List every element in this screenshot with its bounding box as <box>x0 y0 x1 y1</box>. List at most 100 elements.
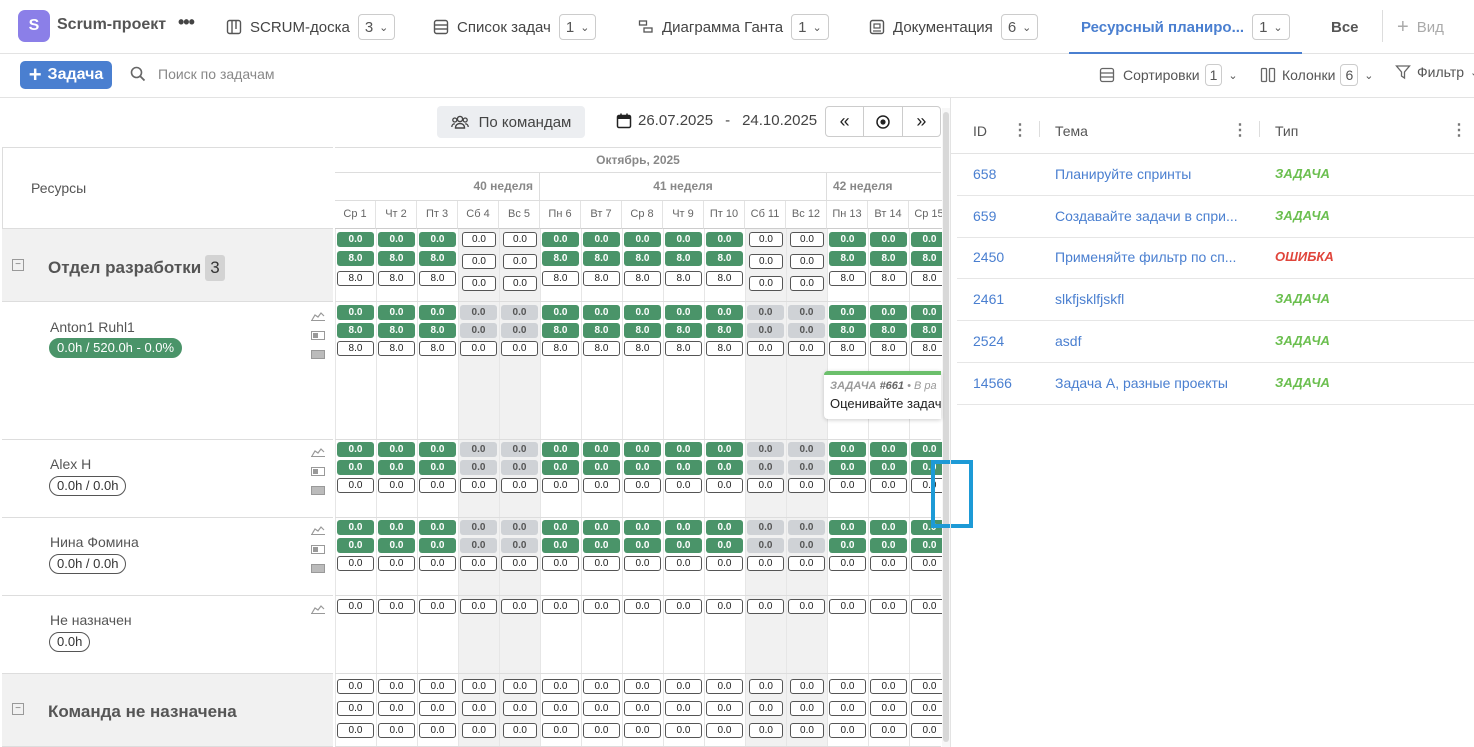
sort-button[interactable]: Сортировки 1 ⌄ <box>1099 64 1238 86</box>
task-id-link[interactable]: 14566 <box>973 375 1012 391</box>
hours-cell[interactable]: 8.0 <box>337 271 374 286</box>
hours-cell[interactable]: 8.0 <box>829 341 866 356</box>
hours-cell[interactable]: 8.0 <box>378 251 415 266</box>
hours-cell[interactable]: 0.0 <box>788 478 825 493</box>
hours-cell[interactable]: 0.0 <box>788 442 825 457</box>
hours-cell[interactable]: 0.0 <box>337 599 374 614</box>
hours-cell[interactable]: 0.0 <box>378 556 415 571</box>
hours-cell[interactable]: 0.0 <box>624 520 661 535</box>
hours-cell[interactable]: 8.0 <box>829 251 866 266</box>
hours-cell[interactable]: 0.0 <box>788 460 825 475</box>
hours-cell[interactable]: 0.0 <box>829 460 866 475</box>
hours-cell[interactable]: 0.0 <box>583 679 620 694</box>
hours-cell[interactable]: 0.0 <box>419 520 456 535</box>
hours-cell[interactable]: 8.0 <box>706 251 743 266</box>
task-id-link[interactable]: 2461 <box>973 291 1004 307</box>
task-topic-link[interactable]: Задача А, разные проекты <box>1055 375 1247 391</box>
hours-cell[interactable]: 0.0 <box>790 723 824 738</box>
hours-cell[interactable]: 0.0 <box>501 341 538 356</box>
hours-cell[interactable]: 0.0 <box>788 599 825 614</box>
hours-cell[interactable]: 0.0 <box>337 305 374 320</box>
task-id-link[interactable]: 2450 <box>973 249 1004 265</box>
tab-documentation[interactable]: Документация 6 ⌄ <box>869 0 1039 54</box>
hours-cell[interactable]: 0.0 <box>501 520 538 535</box>
tab-count-dropdown[interactable]: 1 ⌄ <box>791 14 829 40</box>
hours-cell[interactable]: 8.0 <box>665 323 702 338</box>
prev-period-button[interactable]: « <box>826 107 865 136</box>
hours-cell[interactable]: 8.0 <box>337 341 374 356</box>
task-topic-link[interactable]: Планируйте спринты <box>1055 166 1247 182</box>
hours-cell[interactable]: 0.0 <box>706 442 743 457</box>
hours-cell[interactable]: 0.0 <box>460 323 497 338</box>
tab-count-dropdown[interactable]: 3 ⌄ <box>357 14 396 40</box>
hours-cell[interactable]: 0.0 <box>337 679 374 694</box>
hours-cell[interactable]: 0.0 <box>378 538 415 553</box>
hours-cell[interactable]: 0.0 <box>829 538 866 553</box>
hours-cell[interactable]: 0.0 <box>503 679 537 694</box>
hours-cell[interactable]: 0.0 <box>665 723 702 738</box>
hours-cell[interactable]: 0.0 <box>501 538 538 553</box>
hours-cell[interactable]: 8.0 <box>378 341 415 356</box>
hours-cell[interactable]: 8.0 <box>870 323 907 338</box>
hours-cell[interactable]: 0.0 <box>624 460 661 475</box>
hours-cell[interactable]: 0.0 <box>378 305 415 320</box>
hours-cell[interactable]: 0.0 <box>829 679 866 694</box>
hours-cell[interactable]: 0.0 <box>378 232 415 247</box>
hours-cell[interactable]: 0.0 <box>583 599 620 614</box>
group-by-teams-button[interactable]: По командам <box>437 106 585 138</box>
hours-cell[interactable]: 0.0 <box>749 701 783 716</box>
hours-cell[interactable]: 0.0 <box>419 478 456 493</box>
hours-cell[interactable]: 0.0 <box>462 723 496 738</box>
hours-cell[interactable]: 0.0 <box>829 701 866 716</box>
column-menu-icon[interactable]: ⋮ <box>1012 120 1028 140</box>
hours-cell[interactable]: 0.0 <box>870 478 907 493</box>
column-header-topic[interactable]: Тема <box>1055 123 1088 139</box>
hours-cell[interactable]: 8.0 <box>419 271 456 286</box>
add-view-button[interactable]: + Вид <box>1397 0 1444 54</box>
hours-cell[interactable]: 0.0 <box>542 442 579 457</box>
hours-cell[interactable]: 0.0 <box>790 679 824 694</box>
filter-button[interactable]: Фильтр⌄ <box>1395 64 1474 80</box>
hours-cell[interactable]: 0.0 <box>378 723 415 738</box>
hours-cell[interactable]: 0.0 <box>706 701 743 716</box>
hours-cell[interactable]: 8.0 <box>378 323 415 338</box>
hours-cell[interactable]: 8.0 <box>706 341 743 356</box>
hours-cell[interactable]: 0.0 <box>749 679 783 694</box>
hours-cell[interactable]: 0.0 <box>624 701 661 716</box>
hours-cell[interactable]: 8.0 <box>624 323 661 338</box>
hours-cell[interactable]: 8.0 <box>542 341 579 356</box>
hours-cell[interactable]: 0.0 <box>624 679 661 694</box>
hours-cell[interactable]: 0.0 <box>870 679 907 694</box>
hours-cell[interactable]: 0.0 <box>583 305 620 320</box>
tab-resource-planner[interactable]: Ресурсный планиро... 1 ⌄ <box>1069 0 1302 54</box>
hours-cell[interactable]: 0.0 <box>503 701 537 716</box>
table-row[interactable]: 659 Создавайте задачи в спри... ЗАДАЧА <box>957 196 1474 238</box>
column-divider[interactable] <box>1259 121 1260 137</box>
hours-cell[interactable]: 0.0 <box>583 442 620 457</box>
project-avatar[interactable]: S <box>18 10 50 42</box>
add-task-button[interactable]: + Задача <box>20 61 112 89</box>
hours-cell[interactable]: 0.0 <box>747 599 784 614</box>
hours-cell[interactable]: 0.0 <box>747 341 784 356</box>
hours-cell[interactable]: 0.0 <box>829 478 866 493</box>
hours-cell[interactable]: 0.0 <box>747 442 784 457</box>
hours-cell[interactable]: 0.0 <box>542 701 579 716</box>
collapse-toggle-icon[interactable]: − <box>12 259 24 271</box>
hours-cell[interactable]: 0.0 <box>829 556 866 571</box>
hours-cell[interactable]: 0.0 <box>706 460 743 475</box>
hours-cell[interactable]: 0.0 <box>624 723 661 738</box>
hours-cell[interactable]: 0.0 <box>747 305 784 320</box>
task-topic-link[interactable]: slkfjsklfjskfl <box>1055 291 1247 307</box>
hours-cell[interactable]: 0.0 <box>460 442 497 457</box>
hours-cell[interactable]: 0.0 <box>462 232 496 247</box>
hours-cell[interactable]: 0.0 <box>583 520 620 535</box>
hours-cell[interactable]: 0.0 <box>419 679 456 694</box>
hours-cell[interactable]: 0.0 <box>419 538 456 553</box>
tab-count-dropdown[interactable]: 1 ⌄ <box>558 14 597 40</box>
hours-cell[interactable]: 8.0 <box>624 341 661 356</box>
person-name[interactable]: Не назначен <box>50 612 132 628</box>
hours-cell[interactable]: 8.0 <box>583 251 620 266</box>
hours-cell[interactable]: 0.0 <box>419 556 456 571</box>
hours-cell[interactable]: 0.0 <box>337 478 374 493</box>
hours-cell[interactable]: 0.0 <box>419 460 456 475</box>
